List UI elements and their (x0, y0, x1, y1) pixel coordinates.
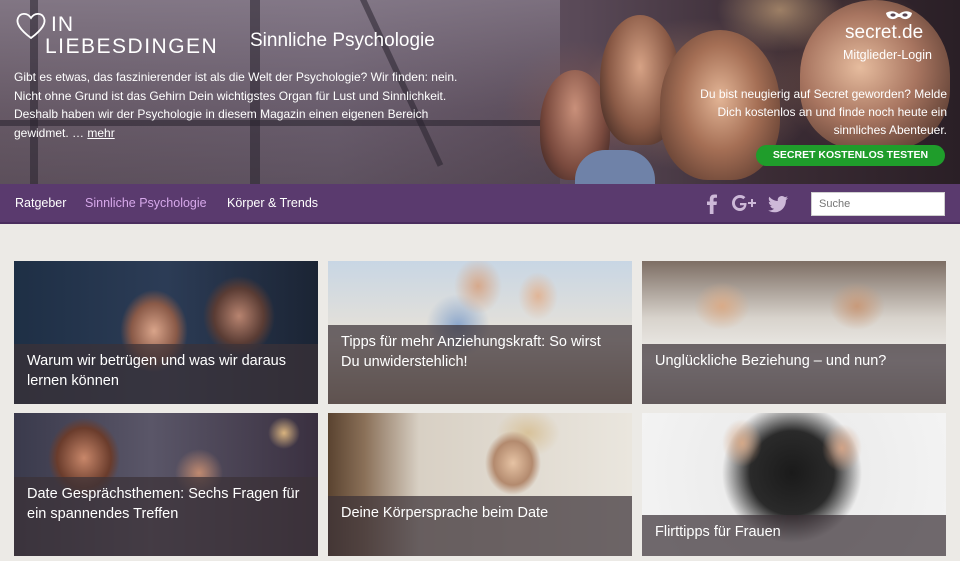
article-card[interactable]: Unglückliche Beziehung – und nun? (642, 261, 946, 404)
mask-icon (886, 11, 912, 20)
article-title: Unglückliche Beziehung – und nun? (642, 344, 946, 404)
logo-text-main: LIEBESDINGEN (45, 35, 219, 58)
nav-item-sinnliche-psychologie[interactable]: Sinnliche Psychologie (85, 196, 207, 210)
article-title: Date Gesprächsthemen: Sechs Fragen für e… (14, 477, 318, 556)
article-card[interactable]: Date Gesprächsthemen: Sechs Fragen für e… (14, 413, 318, 556)
heart-icon (16, 12, 46, 40)
facebook-icon[interactable] (700, 192, 724, 216)
twitter-icon[interactable] (766, 192, 790, 216)
intro-paragraph: Gibt es etwas, das faszinierender ist al… (14, 68, 474, 142)
article-title: Deine Körpersprache beim Date (328, 496, 632, 556)
hero-banner: IN LIEBESDINGEN Sinnliche Psychologie Gi… (0, 0, 960, 184)
nav-item-koerper-trends[interactable]: Körper & Trends (227, 196, 318, 210)
main-nav: Ratgeber Sinnliche Psychologie Körper & … (0, 184, 960, 224)
article-card[interactable]: Tipps für mehr Anziehungskraft: So wirst… (328, 261, 632, 404)
article-title: Warum wir betrügen und was wir daraus le… (14, 344, 318, 404)
section-subtitle: Sinnliche Psychologie (250, 30, 435, 51)
logo-text-in: IN (51, 13, 74, 36)
google-plus-icon[interactable] (731, 192, 757, 216)
intro-text: Gibt es etwas, das faszinierender ist al… (14, 70, 458, 140)
secret-logo-text: secret.de (845, 22, 924, 43)
article-card[interactable]: Flirttipps für Frauen (642, 413, 946, 556)
search-input[interactable] (811, 192, 945, 216)
more-link[interactable]: mehr (87, 126, 114, 140)
article-card[interactable]: Deine Körpersprache beim Date (328, 413, 632, 556)
member-login-link[interactable]: Mitglieder-Login (843, 48, 932, 62)
secret-test-button[interactable]: SECRET KOSTENLOS TESTEN (756, 145, 945, 166)
article-title: Flirttipps für Frauen (642, 515, 946, 556)
article-card[interactable]: Warum wir betrügen und was wir daraus le… (14, 261, 318, 404)
hero-person-shirt (575, 150, 655, 184)
nav-item-ratgeber[interactable]: Ratgeber (15, 196, 66, 210)
promo-text: Du bist neugierig auf Secret geworden? M… (700, 87, 947, 137)
article-title: Tipps für mehr Anziehungskraft: So wirst… (328, 325, 632, 404)
